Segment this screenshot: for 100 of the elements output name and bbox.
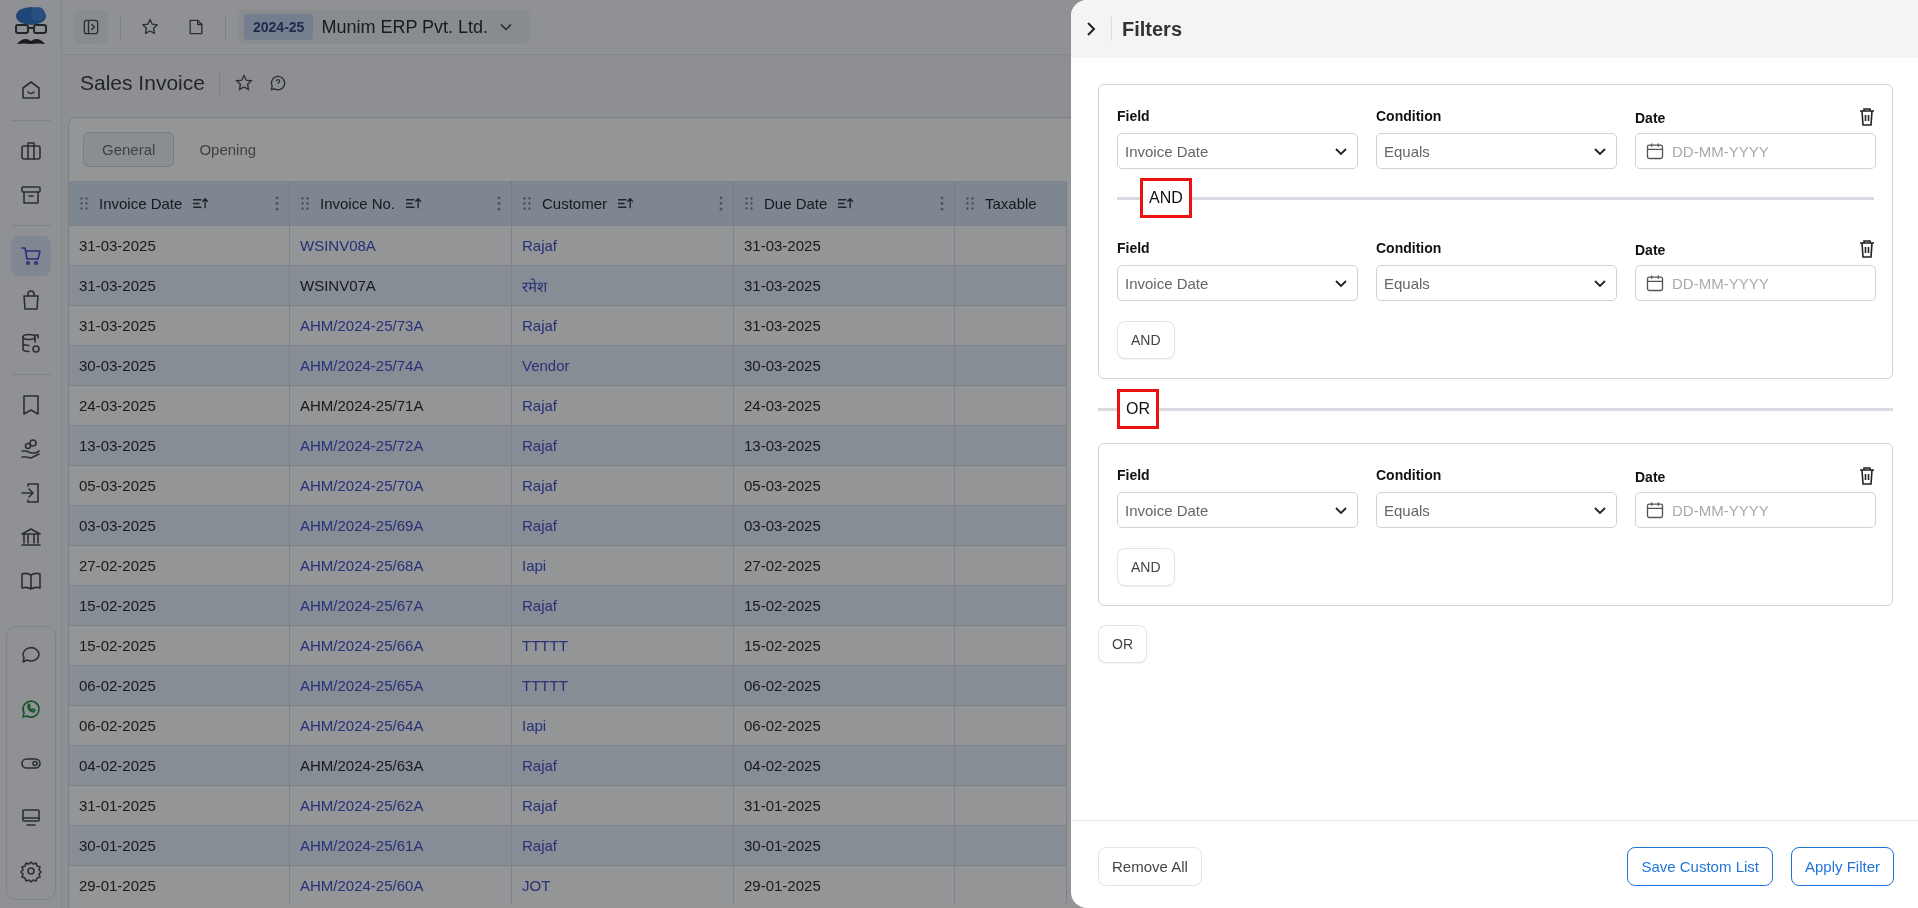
table-cell: AHM/2024-25/63A — [290, 745, 512, 785]
tab[interactable]: Opening — [180, 132, 276, 167]
condition-select[interactable]: Equals — [1376, 265, 1617, 301]
trash-icon — [1858, 466, 1876, 486]
sidebar-item[interactable] — [10, 236, 51, 276]
settings-icon — [18, 859, 43, 883]
field-label: Date — [1635, 241, 1666, 259]
table-cell: 06-02-2025 — [69, 665, 290, 705]
delete-button[interactable] — [1858, 107, 1876, 127]
drag-handle-icon — [79, 195, 89, 211]
invoice-link[interactable]: AHM/2024-25/65A — [290, 665, 512, 705]
cart-icon — [18, 244, 43, 268]
table-cell: 31-03-2025 — [734, 265, 955, 305]
more-icon — [497, 195, 501, 211]
customer-link[interactable]: Rajaf — [512, 825, 734, 865]
fiscal-year-badge: 2024-25 — [244, 14, 314, 40]
sort-icon — [405, 196, 423, 210]
star-icon — [140, 17, 160, 37]
invoice-link[interactable]: AHM/2024-25/72A — [290, 425, 512, 465]
table-cell: 04-02-2025 — [69, 745, 290, 785]
customer-link[interactable]: Rajaf — [512, 505, 734, 545]
field-select[interactable]: Invoice Date — [1117, 133, 1358, 169]
table-cell: 06-02-2025 — [734, 665, 955, 705]
sidebar-toggle-icon — [81, 17, 101, 37]
table-cell: 30-03-2025 — [734, 345, 955, 385]
customer-link[interactable]: JOT — [512, 865, 734, 905]
field-label: Field — [1117, 107, 1151, 125]
bank-icon — [18, 525, 43, 549]
remove-all-button[interactable]: Remove All — [1098, 847, 1202, 886]
star-icon — [233, 73, 254, 93]
column-title: Invoice No. — [320, 194, 396, 212]
table-cell: 15-02-2025 — [69, 585, 290, 625]
more-icon — [940, 195, 944, 211]
company-selector[interactable]: 2024-25 Munim ERP Pvt. Ltd. — [238, 10, 531, 44]
field-select[interactable]: Invoice Date — [1117, 492, 1358, 528]
field-select[interactable]: Invoice Date — [1117, 265, 1358, 301]
column-header[interactable]: Invoice No. — [290, 181, 512, 225]
column-header[interactable]: Taxable — [955, 181, 1067, 225]
more-icon — [275, 195, 279, 211]
column-title: Invoice Date — [99, 194, 183, 212]
drag-handle-icon — [744, 195, 754, 211]
column-header[interactable]: Due Date — [734, 181, 955, 225]
customer-link[interactable]: Rajaf — [512, 745, 734, 785]
customer-link[interactable]: रमेश — [512, 265, 734, 305]
table-cell: 30-01-2025 — [69, 825, 290, 865]
table-cell: 04-02-2025 — [734, 745, 955, 785]
customer-link[interactable]: Rajaf — [512, 425, 734, 465]
calendar-icon — [1645, 273, 1665, 293]
customer-link[interactable]: Rajaf — [512, 585, 734, 625]
add-group-button[interactable]: OR — [1098, 625, 1147, 663]
field-label: Date — [1635, 468, 1666, 486]
column-title: Due Date — [764, 194, 828, 212]
table-cell: 29-01-2025 — [734, 865, 955, 905]
apply-filter-button[interactable]: Apply Filter — [1790, 847, 1894, 886]
invoice-link[interactable]: AHM/2024-25/60A — [290, 865, 512, 905]
add-condition-button[interactable]: AND — [1117, 321, 1175, 359]
chevron-right-icon — [1084, 20, 1098, 38]
column-header[interactable]: Customer — [512, 181, 734, 225]
company-name: Munim ERP Pvt. Ltd. — [321, 16, 489, 38]
date-field[interactable]: DD-MM-YYYY — [1635, 492, 1876, 528]
trash-icon — [1858, 107, 1876, 127]
field-label: Condition — [1376, 107, 1443, 125]
field-label: Field — [1117, 466, 1151, 484]
invoice-link[interactable]: AHM/2024-25/74A — [290, 345, 512, 385]
table-cell: WSINV07A — [290, 265, 512, 305]
help-chat-icon — [267, 73, 288, 93]
invoice-link[interactable]: AHM/2024-25/69A — [290, 505, 512, 545]
table-cell: 30-01-2025 — [734, 825, 955, 865]
customer-link[interactable]: Vendor — [512, 345, 734, 385]
hand-coins-icon — [18, 437, 43, 461]
table-cell: 03-03-2025 — [69, 505, 290, 545]
drag-handle-icon — [965, 195, 975, 211]
condition-select[interactable]: Equals — [1376, 492, 1617, 528]
drag-handle-icon — [522, 195, 532, 211]
trash-icon — [1858, 239, 1876, 259]
field-label: Field — [1117, 239, 1151, 257]
invoice-link[interactable]: AHM/2024-25/67A — [290, 585, 512, 625]
date-field[interactable]: DD-MM-YYYY — [1635, 265, 1876, 301]
delete-button[interactable] — [1858, 466, 1876, 486]
sort-icon — [617, 196, 635, 210]
condition-select[interactable]: Equals — [1376, 133, 1617, 169]
customer-link[interactable]: TTTTT — [512, 665, 734, 705]
sort-icon — [192, 196, 210, 210]
briefcase-icon — [18, 139, 43, 163]
drag-handle-icon — [300, 195, 310, 211]
column-header[interactable]: Invoice Date — [69, 181, 290, 225]
tab[interactable]: General — [83, 132, 175, 167]
date-field[interactable]: DD-MM-YYYY — [1635, 133, 1876, 169]
invoice-link[interactable]: AHM/2024-25/61A — [290, 825, 512, 865]
table-cell: 13-03-2025 — [69, 425, 290, 465]
save-custom-list-button[interactable]: Save Custom List — [1627, 847, 1773, 886]
panel-title: Filters — [1122, 17, 1183, 41]
page-title: Sales Invoice — [80, 71, 205, 95]
calendar-icon — [1645, 500, 1665, 520]
connector-label: AND — [1140, 178, 1192, 218]
add-condition-button[interactable]: AND — [1117, 548, 1175, 586]
column-title: Taxable — [985, 194, 1037, 212]
delete-button[interactable] — [1858, 239, 1876, 259]
sidebar-toggle-button[interactable] — [74, 10, 108, 44]
connector-label: OR — [1117, 389, 1159, 429]
